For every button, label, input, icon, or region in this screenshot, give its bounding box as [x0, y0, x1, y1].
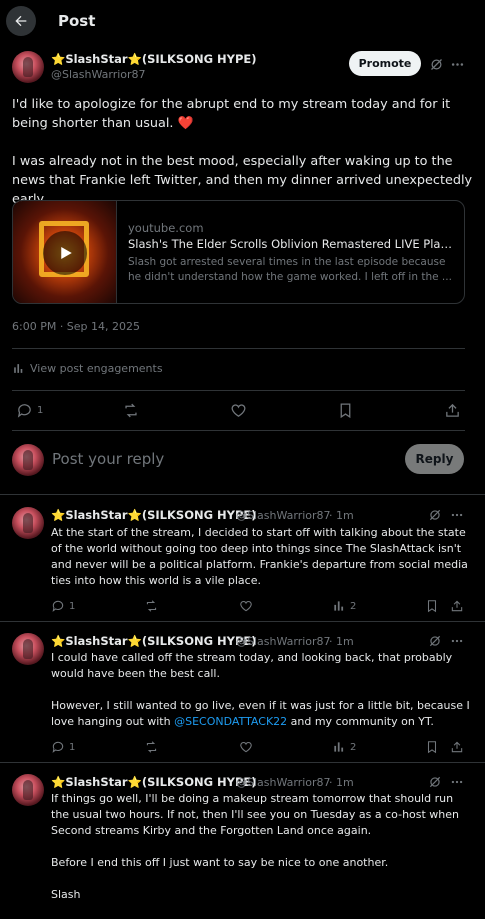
repost-icon[interactable]	[144, 599, 159, 613]
reply-count: 1	[37, 405, 44, 416]
card-domain: youtube.com	[128, 221, 204, 235]
divider	[12, 430, 465, 431]
avatar[interactable]	[12, 633, 44, 665]
views-icon[interactable]	[332, 599, 346, 613]
reply-author-name[interactable]: ⭐SlashStar⭐(SILKSONG HYPE)	[51, 634, 257, 648]
reply-time[interactable]: · 1m	[329, 635, 354, 648]
views-icon	[14, 364, 23, 373]
divider	[12, 390, 465, 391]
reply-paragraph: However, I still wanted to go live, even…	[51, 698, 471, 730]
reply-author-handle[interactable]: @SlashWarrior87	[236, 635, 331, 648]
mention-link[interactable]: @SECONDATTACK22	[174, 715, 287, 728]
avatar[interactable]	[12, 507, 44, 539]
share-icon[interactable]	[450, 740, 464, 754]
post-timestamp[interactable]: 6:00 PM · Sep 14, 2025	[12, 320, 140, 333]
grok-icon[interactable]	[429, 57, 444, 72]
reply-body: I could have called off the stream today…	[51, 650, 471, 730]
play-button[interactable]	[43, 231, 87, 275]
post-body: I'd like to apologize for the abrupt end…	[12, 95, 474, 209]
arrow-left-icon	[15, 15, 27, 27]
reply-author-name[interactable]: ⭐SlashStar⭐(SILKSONG HYPE)	[51, 508, 257, 522]
avatar[interactable]	[12, 51, 44, 83]
reply-body: If things go well, I'll be doing a makeu…	[51, 791, 471, 903]
link-card[interactable]: youtube.com Slash's The Elder Scrolls Ob…	[12, 200, 465, 304]
bookmark-icon[interactable]	[425, 740, 439, 754]
more-icon[interactable]	[450, 775, 464, 789]
divider	[0, 762, 485, 763]
reply-paragraph: If things go well, I'll be doing a makeu…	[51, 792, 460, 837]
like-icon[interactable]	[239, 740, 253, 754]
grok-icon[interactable]	[428, 508, 442, 522]
divider	[0, 494, 485, 495]
promote-button[interactable]: Promote	[349, 51, 421, 76]
post-paragraph-1: I'd like to apologize for the abrupt end…	[12, 97, 451, 131]
divider	[12, 348, 465, 349]
reply-paragraph: Before I end this off I just want to say…	[51, 856, 389, 869]
reply-author-name[interactable]: ⭐SlashStar⭐(SILKSONG HYPE)	[51, 775, 257, 789]
video-thumbnail[interactable]	[13, 201, 117, 303]
avatar[interactable]	[12, 774, 44, 806]
grok-icon[interactable]	[428, 634, 442, 648]
divider	[0, 621, 485, 622]
back-button[interactable]	[6, 6, 36, 36]
reply-body: At the start of the stream, I decided to…	[51, 526, 468, 587]
more-icon[interactable]	[450, 508, 464, 522]
views-count: 2	[350, 742, 357, 753]
like-icon[interactable]	[239, 599, 253, 613]
repost-icon[interactable]	[144, 740, 159, 754]
share-icon[interactable]	[444, 402, 461, 419]
reply-author-handle[interactable]: @SlashWarrior87	[236, 509, 331, 522]
top-bar: Post	[0, 0, 485, 44]
grok-icon[interactable]	[428, 775, 442, 789]
repost-icon[interactable]	[122, 402, 140, 419]
bookmark-icon[interactable]	[425, 599, 439, 613]
reply-time[interactable]: · 1m	[329, 776, 354, 789]
reply-paragraph: I could have called off the stream today…	[51, 651, 453, 680]
engagements-label: View post engagements	[30, 362, 163, 375]
card-title: Slash's The Elder Scrolls Oblivion Remas…	[128, 237, 458, 251]
reply-count: 1	[69, 742, 76, 753]
author-handle[interactable]: @SlashWarrior87	[51, 68, 146, 81]
views-count: 2	[350, 601, 357, 612]
reply-icon[interactable]	[51, 740, 65, 754]
reply-signature: Slash	[51, 888, 81, 901]
author-name[interactable]: ⭐SlashStar⭐(SILKSONG HYPE)	[51, 52, 257, 66]
reply-text-span: and my community on YT.	[287, 715, 434, 728]
share-icon[interactable]	[450, 599, 464, 613]
like-icon[interactable]	[230, 402, 247, 419]
page-title: Post	[58, 12, 96, 30]
composer-avatar	[12, 444, 44, 476]
bookmark-icon[interactable]	[337, 402, 354, 419]
reply-count: 1	[69, 601, 76, 612]
view-engagements-link[interactable]: View post engagements	[12, 362, 163, 375]
card-description: Slash got arrested several times in the …	[128, 256, 452, 283]
reply-author-handle[interactable]: @SlashWarrior87	[236, 776, 331, 789]
more-icon[interactable]	[450, 634, 464, 648]
more-icon[interactable]	[450, 57, 465, 72]
play-icon	[61, 247, 72, 259]
reply-icon[interactable]	[51, 599, 65, 613]
views-icon[interactable]	[332, 740, 346, 754]
reply-input[interactable]: Post your reply	[52, 450, 164, 468]
reply-button[interactable]: Reply	[405, 444, 464, 474]
reply-icon[interactable]	[16, 402, 33, 419]
reply-time[interactable]: · 1m	[329, 509, 354, 522]
